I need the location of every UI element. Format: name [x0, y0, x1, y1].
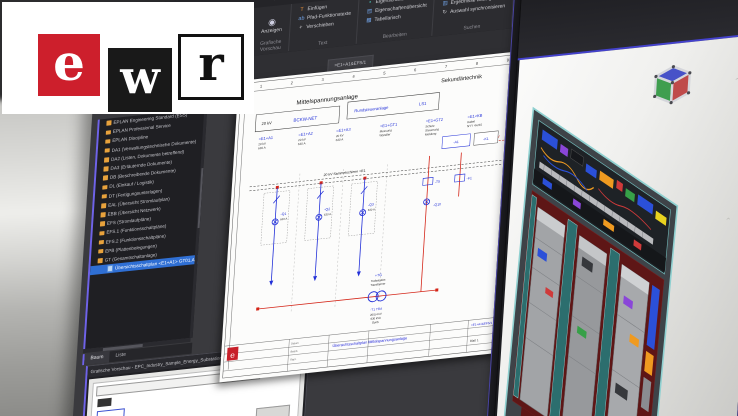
- page-navigator-tree: EPLAN Engineering Standard (ESS) EPLAN P…: [83, 108, 207, 349]
- folder-icon: [98, 258, 103, 263]
- titleblock-logo: e: [230, 350, 236, 360]
- svg-text:3: 3: [321, 77, 324, 82]
- logo-letter-e: e: [38, 34, 100, 96]
- device-tag: LS1: [419, 101, 427, 107]
- svg-text:Bearb.: Bearb.: [290, 349, 298, 354]
- svg-text:1: 1: [260, 83, 263, 88]
- svg-text:Transformer: Transformer: [370, 282, 385, 288]
- logo-letter-r: r: [178, 34, 244, 100]
- ewr-logo: e w r: [2, 2, 254, 114]
- device-tag: Rundsteueranlage: [354, 105, 389, 114]
- svg-text:Dyn5: Dyn5: [372, 320, 379, 325]
- schematic-drawing: 1 2 3 4 5 6 7 8 9 Mittelspannungsanlage …: [219, 50, 530, 382]
- svg-text:630 A: 630 A: [298, 141, 306, 146]
- preview-shape: [97, 398, 111, 407]
- svg-text:Datum: Datum: [291, 341, 299, 346]
- svg-text:8: 8: [476, 61, 479, 66]
- svg-text:=E1+A1: =E1+A1: [259, 135, 274, 142]
- svg-text:-A1: -A1: [453, 140, 459, 145]
- folder-icon: [102, 194, 107, 199]
- folder-icon: [99, 231, 104, 236]
- svg-text:-Q3: -Q3: [368, 202, 374, 207]
- titleblock-title: Übersichtsschaltplan Mittelspannungsanla…: [332, 336, 407, 348]
- svg-text:6: 6: [414, 67, 417, 72]
- svg-text:4: 4: [352, 74, 355, 79]
- eye-icon: ◉: [268, 17, 276, 27]
- ribbon-item-icon: ↻: [441, 9, 448, 16]
- measurement-branch: -T5 -Q10 -F1 -A1 -K1: [416, 131, 498, 292]
- 3d-viewport-window: ⌃ ⌃: [488, 0, 738, 416]
- ribbon-item-icon: ▦: [365, 17, 372, 24]
- busbar-label: 20 kV Sammelschiene =E1: [323, 169, 365, 177]
- 3d-viewport[interactable]: ⌃ ⌃: [492, 34, 738, 416]
- ribbon-item-icon: ab: [298, 15, 305, 22]
- ribbon-tab[interactable]: Vorplanung: [265, 0, 293, 2]
- folder-icon: [100, 221, 105, 226]
- folder-icon: [101, 203, 106, 208]
- svg-text:7: 7: [445, 64, 448, 69]
- folder-icon: [104, 157, 109, 162]
- svg-text:Gepr.: Gepr.: [290, 357, 297, 362]
- folder-icon: [105, 148, 110, 153]
- ribbon-group-text: T Einfügen ab Pfad-Funktionstexte + Vers…: [289, 0, 360, 51]
- drawing-title: Mittelspannungsanlage: [296, 94, 358, 107]
- device-tag: BCKW-NET: [293, 115, 317, 123]
- folder-icon: [100, 212, 105, 217]
- graphical-preview-button[interactable]: ◉ Anzeigen Grafische Vorschau: [252, 4, 292, 55]
- ribbon-item-icon: T: [298, 6, 305, 13]
- folder-icon: [106, 121, 111, 126]
- svg-text:=E1+A2: =E1+A2: [298, 131, 313, 138]
- svg-text:Blatt 1: Blatt 1: [470, 338, 479, 343]
- ribbon-item-icon: ▪: [366, 0, 373, 6]
- svg-text:-K1: -K1: [483, 137, 489, 142]
- svg-text:-Q10: -Q10: [433, 202, 441, 207]
- feeder-bays: -Q1 630 A -Q2 630 A: [256, 164, 387, 317]
- svg-text:-F1: -F1: [466, 176, 472, 181]
- cabinet-3d-model: [492, 70, 738, 416]
- svg-text:NYY 4x240: NYY 4x240: [467, 123, 483, 129]
- logo-letter-w: w: [108, 48, 172, 112]
- marketing-image-canvas: VorplanungStammdatenEPLAN CloudDienstpro…: [0, 0, 738, 416]
- preview-shape: [255, 405, 290, 416]
- svg-text:-T5: -T5: [435, 180, 441, 185]
- svg-text:Wandler: Wandler: [379, 132, 390, 137]
- folder-icon: [98, 249, 103, 254]
- svg-text:630 A: 630 A: [280, 217, 288, 222]
- preview-shape: [91, 408, 125, 416]
- svg-text:-Q2: -Q2: [324, 207, 330, 212]
- ribbon-item-label: Verschieben: [306, 21, 334, 30]
- folder-icon: [106, 130, 111, 135]
- svg-text:-Q1: -Q1: [280, 212, 286, 217]
- page-icon: [107, 265, 113, 273]
- svg-text:630 A: 630 A: [324, 212, 332, 217]
- ribbon-item-icon: +: [297, 24, 304, 31]
- folder-icon: [99, 240, 104, 245]
- svg-text:=E1+GT2: =E1+GT2: [426, 117, 444, 124]
- ribbon-item-label: Tabellarisch: [374, 14, 401, 23]
- svg-text:2: 2: [291, 80, 294, 85]
- drawing-subtitle: Sekundärtechnik: [441, 74, 482, 84]
- ribbon-item-icon: ▤: [366, 8, 373, 15]
- svg-text:=E1+KB: =E1+KB: [467, 113, 482, 120]
- folder-icon: [105, 139, 110, 144]
- svg-text:20 kV: 20 kV: [261, 120, 272, 126]
- transformer: +TG Trafostation Transformer -T1 TRA 20/…: [254, 267, 439, 337]
- folder-icon: [102, 185, 107, 190]
- svg-text:=E1+A3: =E1+A3: [336, 127, 351, 134]
- ribbon-item-icon: ▥: [442, 0, 449, 6]
- svg-text:630 A: 630 A: [258, 146, 266, 151]
- folder-icon: [103, 176, 108, 181]
- svg-text:630 A: 630 A: [336, 137, 344, 142]
- schematic-page[interactable]: 1 2 3 4 5 6 7 8 9 Mittelspannungsanlage …: [219, 50, 530, 382]
- folder-icon: [103, 166, 108, 171]
- svg-text:630 A: 630 A: [368, 207, 376, 212]
- svg-text:5: 5: [383, 70, 386, 75]
- svg-text:Meldung: Meldung: [425, 131, 437, 136]
